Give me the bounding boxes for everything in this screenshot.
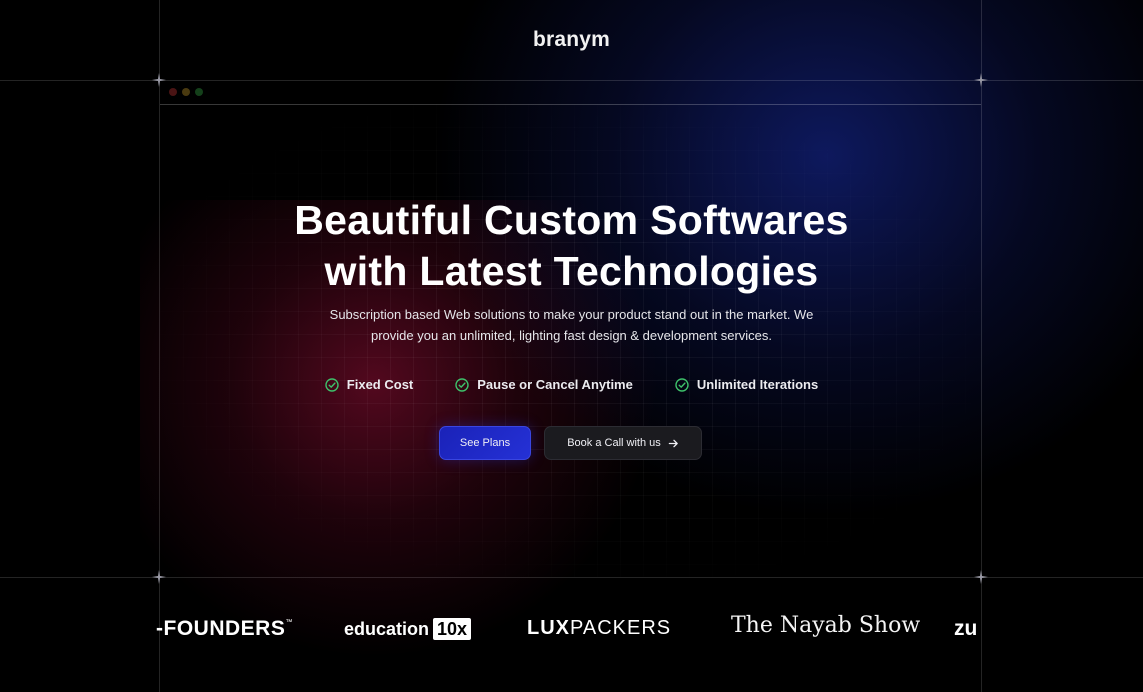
maximize-dot-icon bbox=[195, 88, 203, 96]
sparkle-icon bbox=[974, 570, 988, 584]
client-logos: -FOUNDERS™ education 10x LUXPACKERS The … bbox=[0, 612, 1143, 644]
hero-title-line: Beautiful Custom Softwares bbox=[294, 197, 849, 243]
education10x-logo: education 10x bbox=[344, 618, 472, 640]
packers-logo-text: PACKERS bbox=[570, 617, 672, 639]
feature-label: Unlimited Iterations bbox=[696, 377, 819, 392]
sparkle-icon bbox=[152, 570, 166, 584]
guide-line-right bbox=[981, 0, 982, 692]
book-call-button[interactable]: Book a Call with us bbox=[544, 426, 702, 460]
check-circle-icon bbox=[675, 377, 689, 392]
education-logo-badge: 10x bbox=[433, 618, 472, 640]
hero-title-line: with Latest Technologies bbox=[324, 248, 819, 294]
minimize-dot-icon bbox=[182, 88, 190, 96]
hero-title: Beautiful Custom Softwares with Latest T… bbox=[0, 195, 1143, 297]
check-circle-icon bbox=[455, 377, 469, 392]
window-controls bbox=[169, 88, 203, 96]
feature-item: Fixed Cost bbox=[325, 377, 413, 392]
feature-label: Pause or Cancel Anytime bbox=[477, 377, 633, 392]
education-logo-text: education bbox=[344, 618, 430, 639]
guide-line-bottom bbox=[0, 577, 1143, 578]
hero-subtitle: Subscription based Web solutions to make… bbox=[0, 304, 1143, 346]
lux-logo-text: LUX bbox=[527, 617, 570, 639]
zu-logo: zu bbox=[954, 617, 978, 640]
trademark-mark: ™ bbox=[285, 619, 293, 626]
browser-frame-bar bbox=[160, 80, 981, 105]
hero-subtitle-line: Subscription based Web solutions to make… bbox=[329, 307, 814, 322]
close-dot-icon bbox=[169, 88, 177, 96]
book-call-label: Book a Call with us bbox=[567, 437, 661, 449]
hero-subtitle-line: provide you an unlimited, lighting fast … bbox=[370, 328, 773, 343]
check-circle-icon bbox=[325, 377, 339, 392]
founders-logo-text: -FOUNDERS bbox=[156, 617, 286, 640]
see-plans-button[interactable]: See Plans bbox=[439, 426, 531, 460]
luxpackers-logo: LUXPACKERS bbox=[527, 617, 671, 640]
arrow-right-icon bbox=[668, 439, 678, 447]
nayab-show-logo: The Nayab Show bbox=[731, 613, 921, 638]
cta-group: See Plans Book a Call with us bbox=[439, 426, 702, 460]
see-plans-label: See Plans bbox=[459, 437, 511, 449]
feature-list: Fixed Cost Pause or Cancel Anytime Unlim… bbox=[0, 377, 1143, 392]
brand-logo[interactable]: branym bbox=[0, 28, 1143, 52]
founders-logo: -FOUNDERS™ bbox=[156, 617, 293, 641]
feature-item: Pause or Cancel Anytime bbox=[455, 377, 633, 392]
feature-item: Unlimited Iterations bbox=[675, 377, 818, 392]
feature-label: Fixed Cost bbox=[346, 377, 414, 392]
